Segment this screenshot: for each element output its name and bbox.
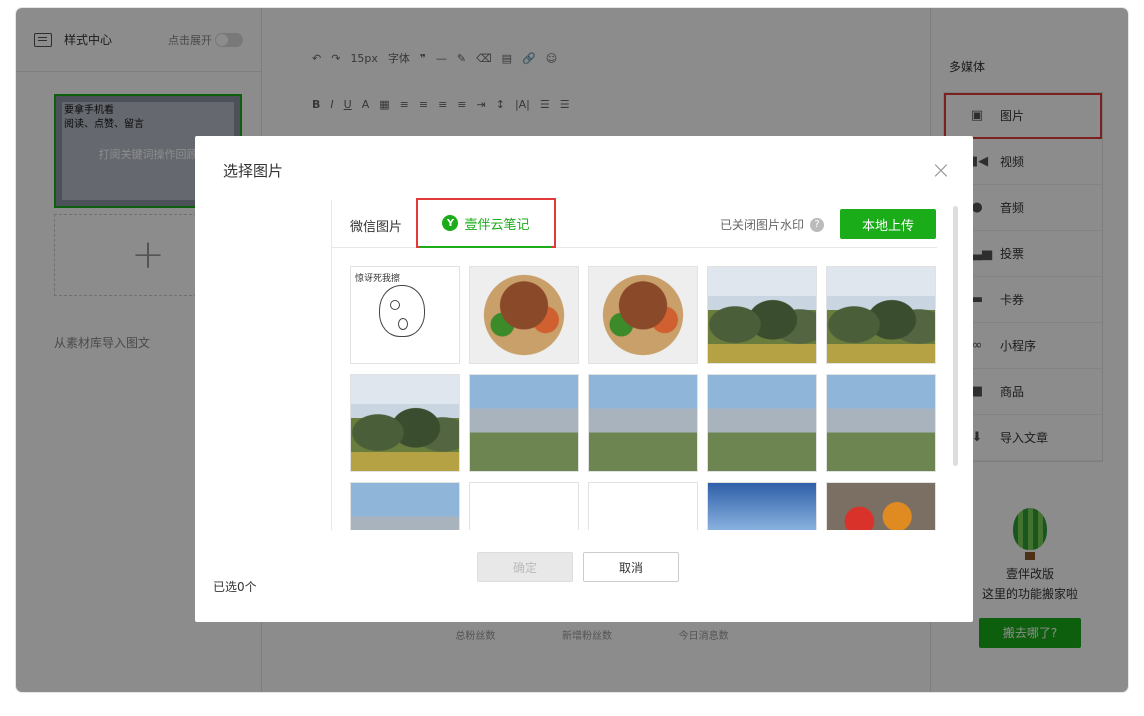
image-thumb[interactable]	[350, 482, 460, 530]
image-thumb[interactable]	[588, 374, 698, 472]
image-thumb[interactable]	[826, 374, 936, 472]
image-thumb[interactable]	[707, 374, 817, 472]
cancel-button[interactable]: 取消	[583, 552, 679, 582]
dialog-footer: 已选0个 确定 取消	[195, 530, 973, 622]
meme-face-image	[379, 285, 425, 337]
local-upload-button[interactable]: 本地上传	[840, 209, 936, 239]
tab-label: 壹伴云笔记	[464, 217, 530, 233]
dialog-title: 选择图片	[223, 162, 284, 180]
image-thumb[interactable]	[707, 266, 817, 364]
app-window: 样式中心 点击展开 要拿手机看 阅读、点赞、留言 打阅关键词操作回顾 + 从素材…	[16, 8, 1128, 692]
image-thumb-text: 惊讶死我擦	[355, 274, 401, 284]
image-thumb[interactable]	[588, 482, 698, 530]
confirm-button[interactable]: 确定	[477, 552, 573, 582]
watermark-status: 已关闭图片水印 ?	[720, 216, 825, 233]
tab-wechat-images[interactable]: 微信图片	[350, 216, 402, 235]
image-thumb[interactable]	[469, 266, 579, 364]
image-thumb[interactable]	[826, 482, 936, 530]
dialog-tabs: 微信图片 Y 壹伴云笔记 已关闭图片水印 ? 本地上传	[331, 198, 937, 248]
help-icon[interactable]: ?	[810, 217, 825, 232]
image-thumb[interactable]	[826, 266, 936, 364]
selected-count: 已选0个	[213, 580, 257, 594]
image-thumb[interactable]	[350, 374, 460, 472]
close-icon[interactable]: ×	[931, 156, 951, 184]
image-thumb[interactable]	[469, 374, 579, 472]
image-thumb[interactable]	[588, 266, 698, 364]
grid-scrollbar[interactable]	[953, 206, 958, 466]
image-thumb[interactable]	[707, 482, 817, 530]
image-thumb[interactable]	[469, 482, 579, 530]
tab-yiban-cloud-notes[interactable]: Y 壹伴云笔记	[416, 198, 556, 248]
watermark-text: 已关闭图片水印	[720, 218, 805, 232]
image-thumb[interactable]: 惊讶死我擦	[350, 266, 460, 364]
image-grid: 惊讶死我擦	[331, 248, 953, 530]
select-image-dialog: 选择图片 × 微信图片 Y 壹伴云笔记 已关闭图片水印 ? 本地上传 惊讶死我擦	[195, 136, 973, 622]
yiban-logo-icon: Y	[442, 215, 459, 231]
